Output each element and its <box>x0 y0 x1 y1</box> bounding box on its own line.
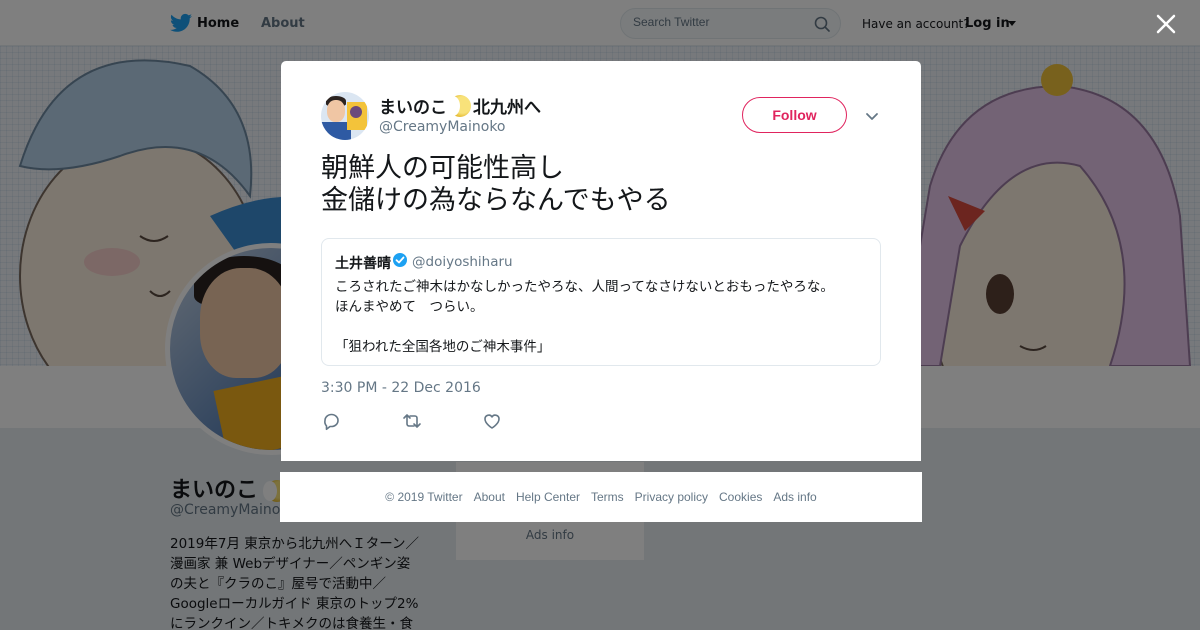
quoted-text-line: ころされたご神木はかなしかったやろな、人間ってなさけないとおもったやろな。 <box>335 279 834 295</box>
footer-about-link[interactable]: About <box>474 490 505 504</box>
quoted-text-line: 「狙われた全国各地のご神木事件」 <box>335 339 551 355</box>
follow-button[interactable]: Follow <box>742 97 847 133</box>
footer-copyright: © 2019 Twitter <box>385 490 463 504</box>
quoted-author-handle: @doiyoshiharu <box>412 254 513 270</box>
footer-privacy-link[interactable]: Privacy policy <box>635 490 708 504</box>
verified-badge-icon <box>393 253 407 267</box>
like-icon[interactable] <box>481 410 503 432</box>
retweet-icon[interactable] <box>401 410 423 432</box>
footer-terms-link[interactable]: Terms <box>591 490 624 504</box>
quoted-text-line: ほんまやめて つらい。 <box>335 299 484 315</box>
author-name[interactable]: まいのこ 北九州へ <box>379 93 541 118</box>
chevron-down-icon[interactable] <box>864 108 880 124</box>
tweet-modal: まいのこ 北九州へ @CreamyMainoko Follow 朝鮮人の可能性高… <box>281 61 921 461</box>
reply-icon[interactable] <box>321 410 343 432</box>
footer-cookies-link[interactable]: Cookies <box>719 490 762 504</box>
tweet-text: 朝鮮人の可能性高し 金儲けの為ならなんでもやる <box>321 153 671 216</box>
author-avatar[interactable] <box>321 92 369 140</box>
modal-footer: © 2019 Twitter About Help Center Terms P… <box>280 472 922 522</box>
quoted-author-name: 土井善晴 <box>335 256 391 272</box>
footer-ads-info-link[interactable]: Ads info <box>773 490 816 504</box>
close-icon[interactable] <box>1154 12 1178 36</box>
crescent-moon-emoji <box>446 94 471 117</box>
tweet-timestamp[interactable]: 3:30 PM - 22 Dec 2016 <box>321 380 481 396</box>
footer-help-center-link[interactable]: Help Center <box>516 490 580 504</box>
author-handle[interactable]: @CreamyMainoko <box>379 119 506 135</box>
quoted-tweet[interactable]: 土井善晴 @doiyoshiharu ころされたご神木はかなしかったやろな、人間… <box>321 238 881 366</box>
